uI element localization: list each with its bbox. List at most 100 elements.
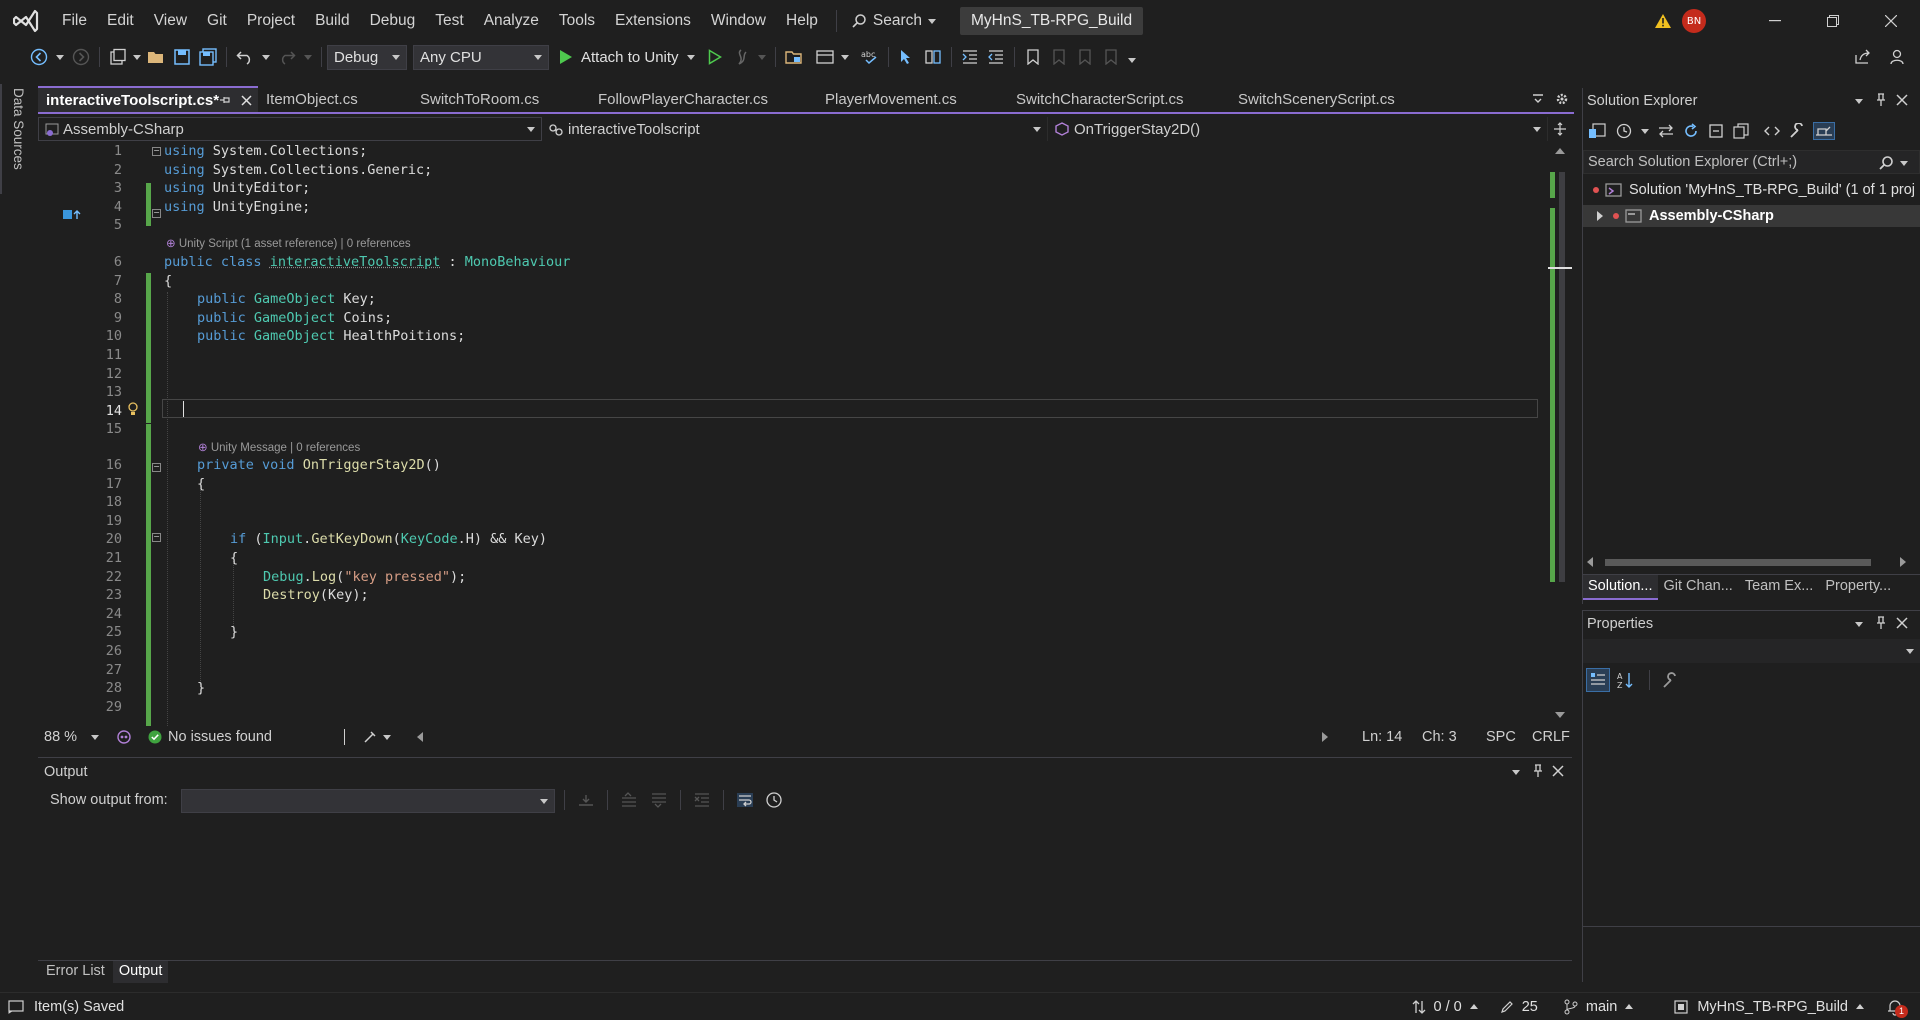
menu-item-analyze[interactable]: Analyze bbox=[474, 0, 549, 42]
platform-dropdown[interactable]: Any CPU bbox=[413, 44, 549, 70]
codelens-class[interactable]: ⊕ Unity Script (1 asset reference) | 0 r… bbox=[166, 236, 411, 250]
live-share-icon[interactable] bbox=[1851, 45, 1875, 69]
tree-item-assembly-csharp[interactable]: Assembly-CSharp bbox=[1583, 205, 1920, 227]
tab-switchsceneryscript[interactable]: SwitchSceneryScript.cs bbox=[1230, 86, 1446, 112]
scroll-right-icon[interactable] bbox=[1900, 557, 1906, 567]
open-folder-icon[interactable] bbox=[144, 45, 168, 69]
categorized-icon[interactable] bbox=[1586, 668, 1610, 692]
project-dropdown[interactable]: Assembly-CSharp bbox=[38, 117, 542, 141]
inspect-icon[interactable] bbox=[921, 45, 945, 69]
column-indicator[interactable]: Ch: 3 bbox=[1422, 729, 1482, 745]
sync-icon[interactable] bbox=[1658, 124, 1674, 138]
gear-icon[interactable] bbox=[1550, 86, 1574, 112]
search-icon[interactable] bbox=[1878, 155, 1894, 171]
chevron-down-icon[interactable] bbox=[840, 54, 849, 60]
menu-item-test[interactable]: Test bbox=[425, 0, 473, 42]
minimize-button[interactable] bbox=[1746, 0, 1804, 42]
codelens-method[interactable]: ⊕ Unity Message | 0 references bbox=[198, 440, 360, 454]
tab-solution-explorer[interactable]: Solution... bbox=[1583, 575, 1658, 600]
object-selector-dropdown[interactable] bbox=[1583, 639, 1920, 663]
configuration-dropdown[interactable]: Debug bbox=[327, 44, 407, 70]
code-cleanup-icon[interactable] bbox=[363, 730, 417, 744]
line-indicator[interactable]: Ln: 14 bbox=[1362, 729, 1422, 745]
chevron-down-icon[interactable] bbox=[1900, 161, 1908, 166]
outdent-icon[interactable] bbox=[984, 45, 1008, 69]
history-icon[interactable] bbox=[1616, 123, 1632, 139]
clock-icon[interactable] bbox=[766, 792, 782, 808]
view-code-icon[interactable] bbox=[1764, 124, 1780, 138]
warning-icon[interactable] bbox=[1654, 13, 1672, 29]
properties-wrench-icon[interactable] bbox=[1789, 123, 1805, 139]
new-project-icon[interactable] bbox=[106, 45, 130, 69]
tab-overflow-icon[interactable] bbox=[1526, 86, 1550, 112]
copilot-icon[interactable] bbox=[116, 730, 148, 744]
menu-item-git[interactable]: Git bbox=[197, 0, 237, 42]
attach-to-unity-button[interactable]: Attach to Unity bbox=[559, 49, 695, 66]
tab-playermovement[interactable]: PlayerMovement.cs bbox=[817, 86, 1008, 112]
tab-property-manager[interactable]: Property... bbox=[1819, 575, 1897, 600]
menu-item-debug[interactable]: Debug bbox=[360, 0, 426, 42]
spell-check-icon[interactable]: abc bbox=[858, 45, 882, 69]
close-icon[interactable] bbox=[1896, 617, 1908, 629]
code-editor[interactable]: − − − − 1 using System.Collections; 2 usin… bbox=[38, 142, 1548, 726]
close-icon[interactable] bbox=[1552, 765, 1564, 777]
zoom-dropdown[interactable]: 88 % bbox=[38, 729, 116, 745]
word-wrap-icon[interactable] bbox=[736, 792, 754, 808]
chevron-down-icon[interactable] bbox=[1127, 57, 1136, 63]
tab-error-list[interactable]: Error List bbox=[38, 961, 113, 983]
output-source-dropdown[interactable] bbox=[181, 789, 555, 813]
tree-item-solution[interactable]: Solution 'MyHnS_TB-RPG_Build' (1 of 1 pr… bbox=[1593, 182, 1915, 198]
pin-icon[interactable] bbox=[1875, 616, 1887, 630]
menu-item-project[interactable]: Project bbox=[237, 0, 305, 42]
notifications-button[interactable]: 1 bbox=[1886, 998, 1908, 1018]
tab-git-changes[interactable]: Git Chan... bbox=[1658, 575, 1739, 600]
undo-icon[interactable] bbox=[233, 45, 257, 69]
feedback-icon[interactable] bbox=[1886, 45, 1910, 69]
line-ending-indicator[interactable]: CRLF bbox=[1532, 729, 1572, 745]
issues-indicator[interactable]: No issues found bbox=[148, 729, 344, 745]
chevron-down-icon[interactable] bbox=[262, 54, 270, 60]
show-all-files-icon[interactable] bbox=[1733, 123, 1749, 139]
menu-item-extensions[interactable]: Extensions bbox=[605, 0, 701, 42]
solution-explorer-search[interactable]: Search Solution Explorer (Ctrl+;) bbox=[1583, 150, 1920, 174]
start-without-debugging-icon[interactable] bbox=[703, 45, 727, 69]
pin-icon[interactable] bbox=[219, 94, 231, 106]
menu-item-edit[interactable]: Edit bbox=[97, 0, 144, 42]
scroll-left-icon[interactable] bbox=[417, 732, 423, 742]
menu-item-view[interactable]: View bbox=[144, 0, 197, 42]
avatar[interactable]: BN bbox=[1682, 9, 1706, 33]
switch-views-icon[interactable] bbox=[1587, 123, 1607, 139]
menu-item-file[interactable]: File bbox=[52, 0, 97, 42]
preview-selected-icon[interactable] bbox=[1813, 122, 1835, 140]
tab-followplayercharacter[interactable]: FollowPlayerCharacter.cs bbox=[590, 86, 817, 112]
chevron-down-icon[interactable] bbox=[133, 54, 141, 60]
close-button[interactable] bbox=[1862, 0, 1920, 42]
select-cursor-icon[interactable] bbox=[895, 45, 919, 69]
scroll-up-icon[interactable] bbox=[1555, 148, 1565, 154]
indent-icon[interactable] bbox=[958, 45, 982, 69]
chevron-down-icon[interactable] bbox=[1641, 128, 1649, 134]
menu-item-tools[interactable]: Tools bbox=[549, 0, 605, 42]
branch-indicator[interactable]: main bbox=[1564, 999, 1634, 1015]
panel-menu-icon[interactable] bbox=[1855, 99, 1863, 104]
class-dropdown[interactable]: interactiveToolscript bbox=[542, 117, 1048, 141]
editor-vertical-scrollbar[interactable] bbox=[1548, 142, 1572, 726]
vs-logo-icon[interactable] bbox=[0, 0, 52, 42]
repository-indicator[interactable]: MyHnS_TB-RPG_Build bbox=[1673, 999, 1864, 1015]
menu-item-help[interactable]: Help bbox=[776, 0, 828, 42]
edits-indicator[interactable]: 25 bbox=[1500, 999, 1538, 1015]
side-tab-data-sources[interactable]: Data Sources bbox=[0, 84, 34, 194]
tab-team-explorer[interactable]: Team Ex... bbox=[1739, 575, 1820, 600]
save-icon[interactable] bbox=[170, 45, 194, 69]
collapse-all-icon[interactable] bbox=[1708, 123, 1724, 139]
open-file-folder-icon[interactable] bbox=[782, 45, 806, 69]
tab-interactivetoolscript[interactable]: interactiveToolscript.cs* bbox=[38, 86, 258, 112]
expand-arrow-icon[interactable] bbox=[1597, 211, 1603, 221]
panel-menu-icon[interactable] bbox=[1855, 622, 1863, 627]
scroll-right-icon[interactable] bbox=[1322, 732, 1328, 742]
menu-item-window[interactable]: Window bbox=[701, 0, 776, 42]
solution-name-badge[interactable]: MyHnS_TB-RPG_Build bbox=[960, 7, 1144, 35]
close-icon[interactable] bbox=[241, 94, 252, 106]
bookmark-icon[interactable] bbox=[1021, 45, 1045, 69]
close-icon[interactable] bbox=[1896, 94, 1908, 106]
